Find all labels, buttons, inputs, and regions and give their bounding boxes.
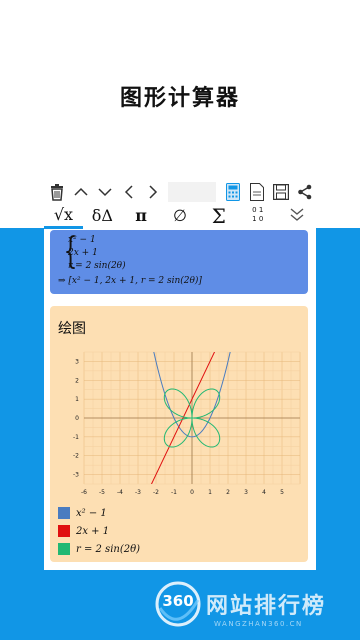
watermark-text: 网站排行榜	[206, 594, 327, 619]
tab-empty-set[interactable]: ∅	[161, 205, 200, 227]
legend-label: 2x + 1	[76, 525, 110, 537]
plot-curves	[150, 352, 231, 484]
chevron-left-icon[interactable]	[118, 181, 140, 203]
tab-pi[interactable]: π	[122, 205, 161, 227]
share-icon[interactable]	[294, 181, 316, 203]
y-tick-label: -1	[73, 434, 79, 441]
toolbar	[44, 178, 316, 206]
watermark-url: WANGZHAN360.CN	[214, 620, 303, 628]
calculator-icon[interactable]	[222, 181, 244, 203]
tab-sigma[interactable]: Σ	[199, 205, 238, 227]
legend-label: r = 2 sin(2θ)	[76, 543, 141, 555]
expression-line-2: 2x + 1	[68, 248, 98, 258]
tab-matrix[interactable]: 0 1 1 0	[238, 204, 277, 228]
expression-line-3: r = 2 sin(2θ)	[68, 261, 126, 271]
expand-tabs-icon[interactable]	[277, 205, 316, 227]
function-tabs: √x δΔ π ∅ Σ 0 1 1 0	[44, 204, 316, 229]
trash-icon[interactable]	[46, 181, 68, 203]
x-tick-label: 1	[208, 489, 212, 496]
x-tick-label: -3	[135, 489, 141, 496]
document-icon[interactable]	[246, 181, 268, 203]
legend-swatch	[58, 543, 70, 555]
save-icon[interactable]	[270, 181, 292, 203]
watermark: 360 网站排行榜 WANGZHAN360.CN	[150, 578, 360, 638]
expression-result: ⇒ [x² − 1, 2x + 1, r = 2 sin(2θ)]	[58, 276, 202, 286]
legend-item-quadratic: x² − 1	[58, 506, 107, 520]
x-tick-label: 0	[190, 489, 194, 496]
x-tick-label: 5	[280, 489, 284, 496]
x-tick-label: -5	[99, 489, 105, 496]
x-tick-label: 3	[244, 489, 248, 496]
y-tick-label: 0	[75, 415, 79, 422]
page-title: 图形计算器	[119, 86, 240, 111]
chevron-down-icon[interactable]	[94, 181, 116, 203]
chevron-up-icon[interactable]	[70, 181, 92, 203]
x-tick-label: -1	[171, 489, 177, 496]
input-strip	[168, 182, 216, 202]
matrix-top-row: 0 1	[252, 206, 264, 214]
y-tick-label: 3	[75, 358, 79, 365]
y-tick-label: -2	[73, 453, 79, 460]
plot-card: 绘图 -6 -5 -4 -3 -2 -1 0 1 2 3 4 5 3 2 1 0 -1 -2 -3 x² − 1 2…	[50, 306, 308, 562]
legend-item-polar: r = 2 sin(2θ)	[58, 542, 140, 556]
x-tick-label: 4	[262, 489, 266, 496]
y-tick-label: -3	[73, 472, 79, 479]
expression-line-1: x² − 1	[68, 235, 96, 245]
tab-sqrt[interactable]: √x	[44, 204, 83, 229]
chevron-right-icon[interactable]	[142, 181, 164, 203]
x-tick-label: -6	[81, 489, 87, 496]
plot-title: 绘图	[58, 321, 86, 337]
matrix-bottom-row: 1 0	[252, 215, 264, 223]
legend-swatch	[58, 525, 70, 537]
legend-label: x² − 1	[76, 507, 107, 519]
y-tick-label: 1	[75, 396, 79, 403]
x-tick-label: 2	[226, 489, 230, 496]
watermark-badge: 360	[162, 592, 194, 610]
x-tick-label: -2	[153, 489, 159, 496]
expression-card[interactable]: { x² − 1 2x + 1 r = 2 sin(2θ) ⇒ [x² − 1,…	[50, 230, 308, 294]
tab-delta[interactable]: δΔ	[83, 205, 122, 227]
legend-swatch	[58, 507, 70, 519]
y-tick-label: 2	[75, 377, 79, 384]
legend-item-linear: 2x + 1	[58, 524, 109, 538]
plot-graph[interactable]: -6 -5 -4 -3 -2 -1 0 1 2 3 4 5 3 2 1 0 -1 -2 -3	[50, 342, 308, 512]
x-tick-label: -4	[117, 489, 123, 496]
app-screen: √x δΔ π ∅ Σ 0 1 1 0 { x² − 1 2x + 1 r = …	[44, 178, 316, 570]
